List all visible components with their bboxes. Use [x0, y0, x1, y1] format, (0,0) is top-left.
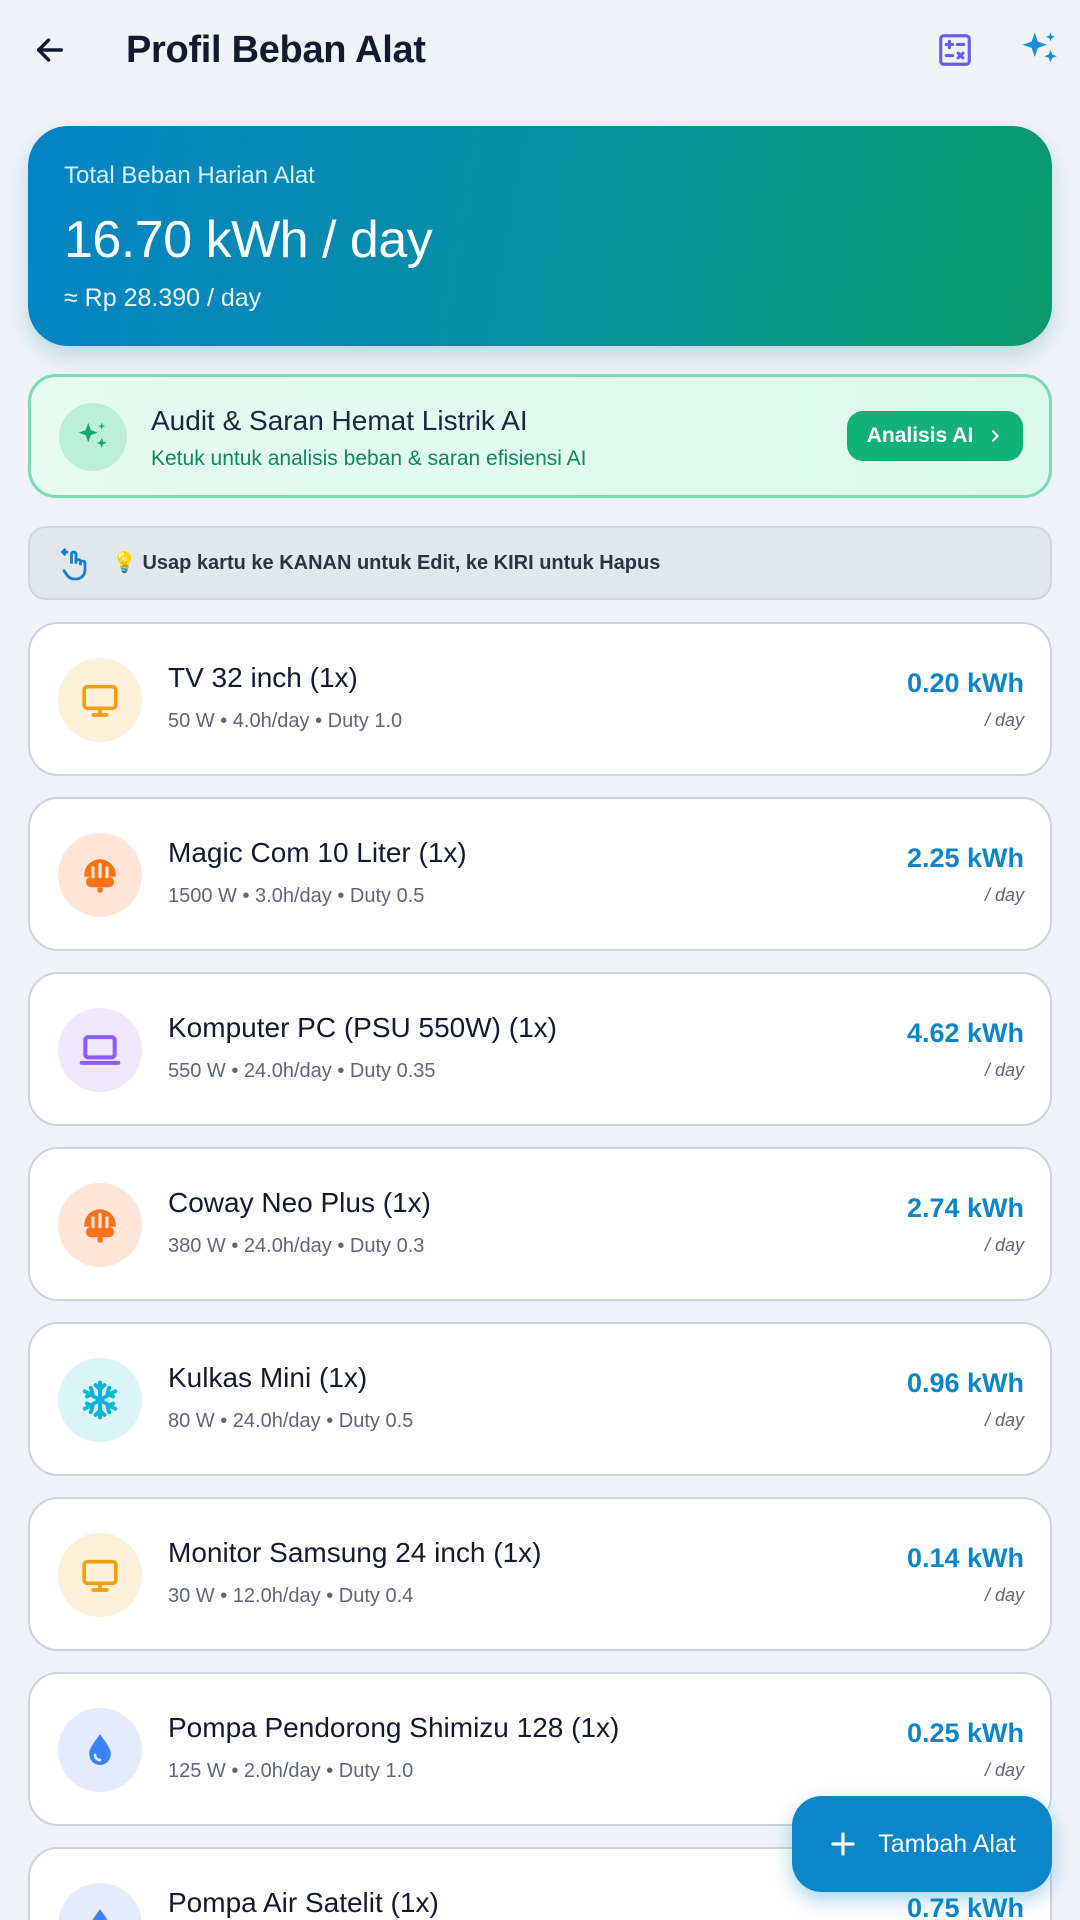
appliance-kwh: 2.74 kWh	[906, 1193, 1024, 1223]
appliance-kwh-unit: / day	[984, 1060, 1024, 1080]
rice-cooker-icon	[84, 859, 116, 893]
sparkles-icon	[1022, 32, 1057, 63]
ai-card-subtitle: Ketuk untuk analisis beban & saran efisi…	[151, 447, 587, 470]
appliance-kwh: 0.20 kWh	[906, 668, 1024, 698]
rice-cooker-icon	[84, 1209, 116, 1243]
add-appliance-label: Tambah Alat	[878, 1829, 1016, 1858]
appliance-name: Magic Com 10 Liter (1x)	[168, 837, 467, 868]
appliance-meta: 550 W • 24.0h/day • Duty 0.35	[168, 1060, 436, 1082]
appliance-card[interactable]: Coway Neo Plus (1x) 380 W • 24.0h/day • …	[28, 1147, 1052, 1301]
appliance-kwh: 0.25 kWh	[906, 1718, 1024, 1748]
laptop-icon	[79, 1035, 121, 1065]
summary-total-kwh: 16.70 kWh / day	[64, 211, 433, 269]
page-title: Profil Beban Alat	[126, 29, 426, 71]
appliance-card[interactable]: Komputer PC (PSU 550W) (1x) 550 W • 24.0…	[28, 972, 1052, 1126]
appliance-kwh: 2.25 kWh	[906, 843, 1024, 873]
appliance-card[interactable]: TV 32 inch (1x) 50 W • 4.0h/day • Duty 1…	[28, 622, 1052, 776]
appliance-card[interactable]: Magic Com 10 Liter (1x) 1500 W • 3.0h/da…	[28, 797, 1052, 951]
appliance-icon-badge	[58, 658, 142, 742]
appliance-icon-badge	[58, 1708, 142, 1792]
appliance-name: Komputer PC (PSU 550W) (1x)	[168, 1012, 557, 1043]
ai-card-title: Audit & Saran Hemat Listrik AI	[151, 405, 528, 436]
appliance-meta: 80 W • 24.0h/day • Duty 0.5	[168, 1410, 414, 1432]
appliance-icon-badge	[58, 1533, 142, 1617]
plus-icon	[831, 1832, 855, 1856]
snowflake-icon	[82, 1380, 118, 1420]
appliance-meta: 125 W • 2.0h/day • Duty 1.0	[168, 1760, 414, 1782]
appliance-kwh-unit: / day	[984, 710, 1024, 730]
water-drop-icon	[92, 1909, 108, 1920]
swipe-hint-bar: 💡 Usap kartu ke KANAN untuk Edit, ke KIR…	[28, 526, 1052, 600]
back-button[interactable]	[24, 24, 76, 76]
appliance-kwh: 0.96 kWh	[906, 1368, 1024, 1398]
swipe-gesture-icon	[61, 548, 87, 581]
appliance-name: Monitor Samsung 24 inch (1x)	[168, 1537, 542, 1568]
analyze-ai-button[interactable]: Analisis AI	[847, 411, 1023, 461]
ai-sparkle-button[interactable]	[1012, 22, 1068, 78]
sparkles-icon	[78, 422, 107, 448]
calculator-button[interactable]	[930, 24, 980, 76]
arrow-left-icon	[36, 38, 64, 62]
appliance-meta: 1500 W • 3.0h/day • Duty 0.5	[168, 885, 425, 907]
tv-icon	[82, 1559, 118, 1592]
summary-cost: ≈ Rp 28.390 / day	[64, 284, 262, 312]
app-header: Profil Beban Alat	[0, 0, 1080, 100]
ai-icon-badge	[59, 403, 127, 471]
swipe-hint-text: 💡 Usap kartu ke KANAN untuk Edit, ke KIR…	[112, 552, 661, 574]
appliance-kwh-unit: / day	[984, 1760, 1024, 1780]
appliance-kwh: 4.62 kWh	[906, 1018, 1024, 1048]
appliance-icon-badge	[58, 1008, 142, 1092]
appliance-name: Pompa Air Satelit (1x)	[168, 1887, 439, 1918]
appliance-icon-badge	[58, 833, 142, 917]
appliance-name: Kulkas Mini (1x)	[168, 1362, 368, 1393]
analyze-ai-label: Analisis AI	[866, 424, 974, 447]
appliance-name: Pompa Pendorong Shimizu 128 (1x)	[168, 1712, 620, 1743]
appliance-meta: 30 W • 12.0h/day • Duty 0.4	[168, 1585, 414, 1607]
appliance-kwh-unit: / day	[984, 1410, 1024, 1430]
add-appliance-button[interactable]: Tambah Alat	[792, 1796, 1052, 1892]
appliance-card[interactable]: Monitor Samsung 24 inch (1x) 30 W • 12.0…	[28, 1497, 1052, 1651]
tv-icon	[82, 684, 118, 717]
appliance-meta: 50 W • 4.0h/day • Duty 1.0	[168, 710, 403, 732]
appliance-icon-badge	[58, 1183, 142, 1267]
appliance-icon-badge	[58, 1358, 142, 1442]
appliance-kwh-unit: / day	[984, 1235, 1024, 1255]
appliance-name: Coway Neo Plus (1x)	[168, 1187, 431, 1218]
summary-label: Total Beban Harian Alat	[64, 162, 315, 189]
appliance-kwh: 0.14 kWh	[906, 1543, 1024, 1573]
appliance-card[interactable]: Kulkas Mini (1x) 80 W • 24.0h/day • Duty…	[28, 1322, 1052, 1476]
appliance-icon-badge	[58, 1883, 142, 1920]
appliance-kwh-unit: / day	[984, 885, 1024, 905]
appliance-meta: 380 W • 24.0h/day • Duty 0.3	[168, 1235, 425, 1257]
calculator-icon	[939, 34, 971, 66]
ai-audit-card[interactable]: Audit & Saran Hemat Listrik AI Ketuk unt…	[28, 374, 1052, 498]
chevron-right-icon	[992, 430, 999, 442]
appliance-name: TV 32 inch (1x)	[168, 662, 358, 693]
daily-load-summary-card: Total Beban Harian Alat 16.70 kWh / day …	[28, 126, 1052, 346]
appliance-kwh-unit: / day	[984, 1585, 1024, 1605]
appliance-kwh: 0.75 kWh	[906, 1893, 1024, 1920]
water-drop-icon	[89, 1734, 111, 1765]
